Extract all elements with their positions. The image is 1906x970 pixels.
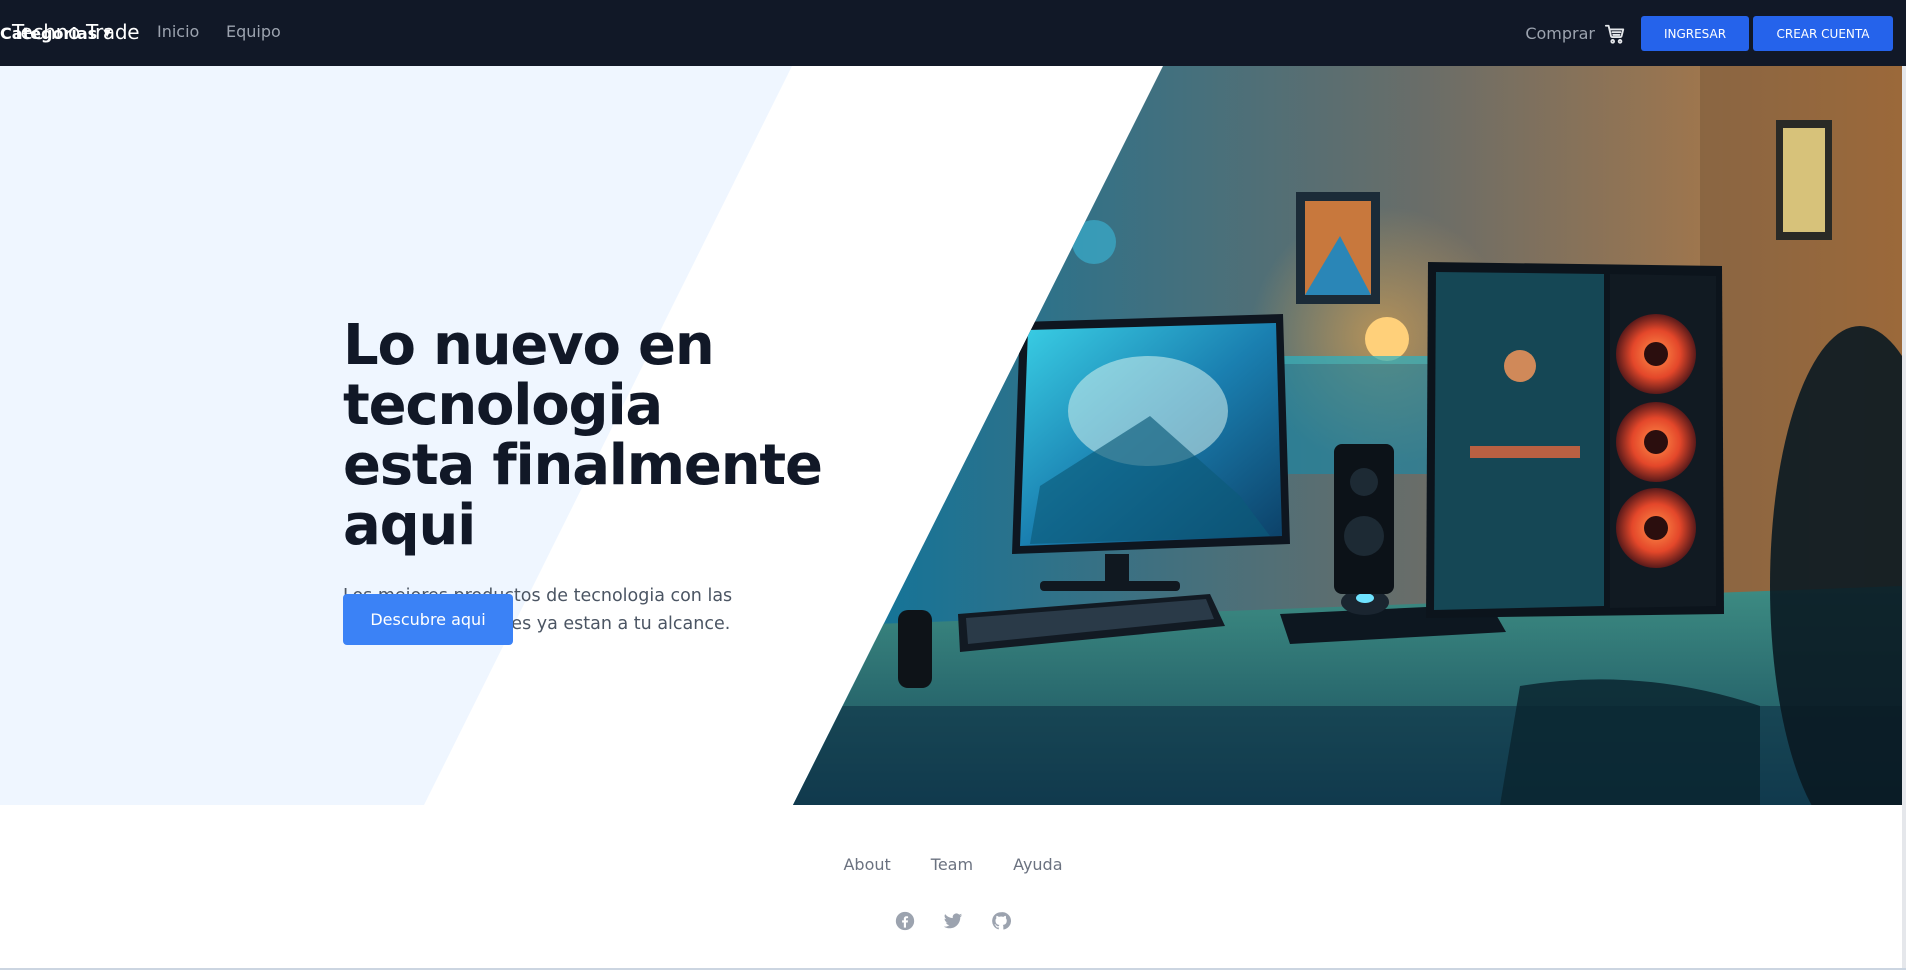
footer-link-ayuda[interactable]: Ayuda — [1013, 855, 1062, 874]
hero-text-block: Lo nuevo en tecnologia esta finalmente a… — [343, 316, 823, 638]
hero-title: Lo nuevo en tecnologia esta finalmente a… — [343, 316, 823, 556]
hero-title-line: tecnologia — [343, 373, 663, 438]
hero-title-line: Lo nuevo en — [343, 313, 715, 378]
discover-button[interactable]: Descubre aqui — [343, 594, 513, 645]
brand-logo[interactable]: Techno Trade — [12, 20, 140, 44]
shop-link[interactable]: Comprar — [1525, 24, 1595, 43]
hero-section: Lo nuevo en tecnologia esta finalmente a… — [0, 66, 1902, 805]
github-icon[interactable] — [989, 909, 1013, 933]
hero-title-line: aqui — [343, 493, 476, 558]
footer-links: About Team Ayuda — [0, 855, 1906, 874]
footer-link-about[interactable]: About — [843, 855, 890, 874]
cart-icon[interactable] — [1603, 22, 1627, 46]
page: Techno Trade Inicio Equipo Categorias ▼ … — [0, 0, 1906, 970]
nav-link-equipo[interactable]: Equipo — [226, 22, 281, 41]
navbar-actions: Comprar INGRESAR CREAR CUENTA — [1525, 16, 1893, 51]
footer-link-team[interactable]: Team — [931, 855, 973, 874]
nav-link-inicio[interactable]: Inicio — [157, 22, 199, 41]
top-navbar: Techno Trade Inicio Equipo Categorias ▼ … — [0, 0, 1906, 66]
footer: About Team Ayuda — [0, 805, 1906, 970]
twitter-icon[interactable] — [941, 909, 965, 933]
facebook-icon[interactable] — [893, 909, 917, 933]
signup-button[interactable]: CREAR CUENTA — [1753, 16, 1893, 51]
hero-title-line: esta finalmente — [343, 433, 823, 498]
login-button[interactable]: INGRESAR — [1641, 16, 1749, 51]
scrollbar-edge — [1902, 66, 1906, 970]
social-links — [0, 909, 1906, 933]
